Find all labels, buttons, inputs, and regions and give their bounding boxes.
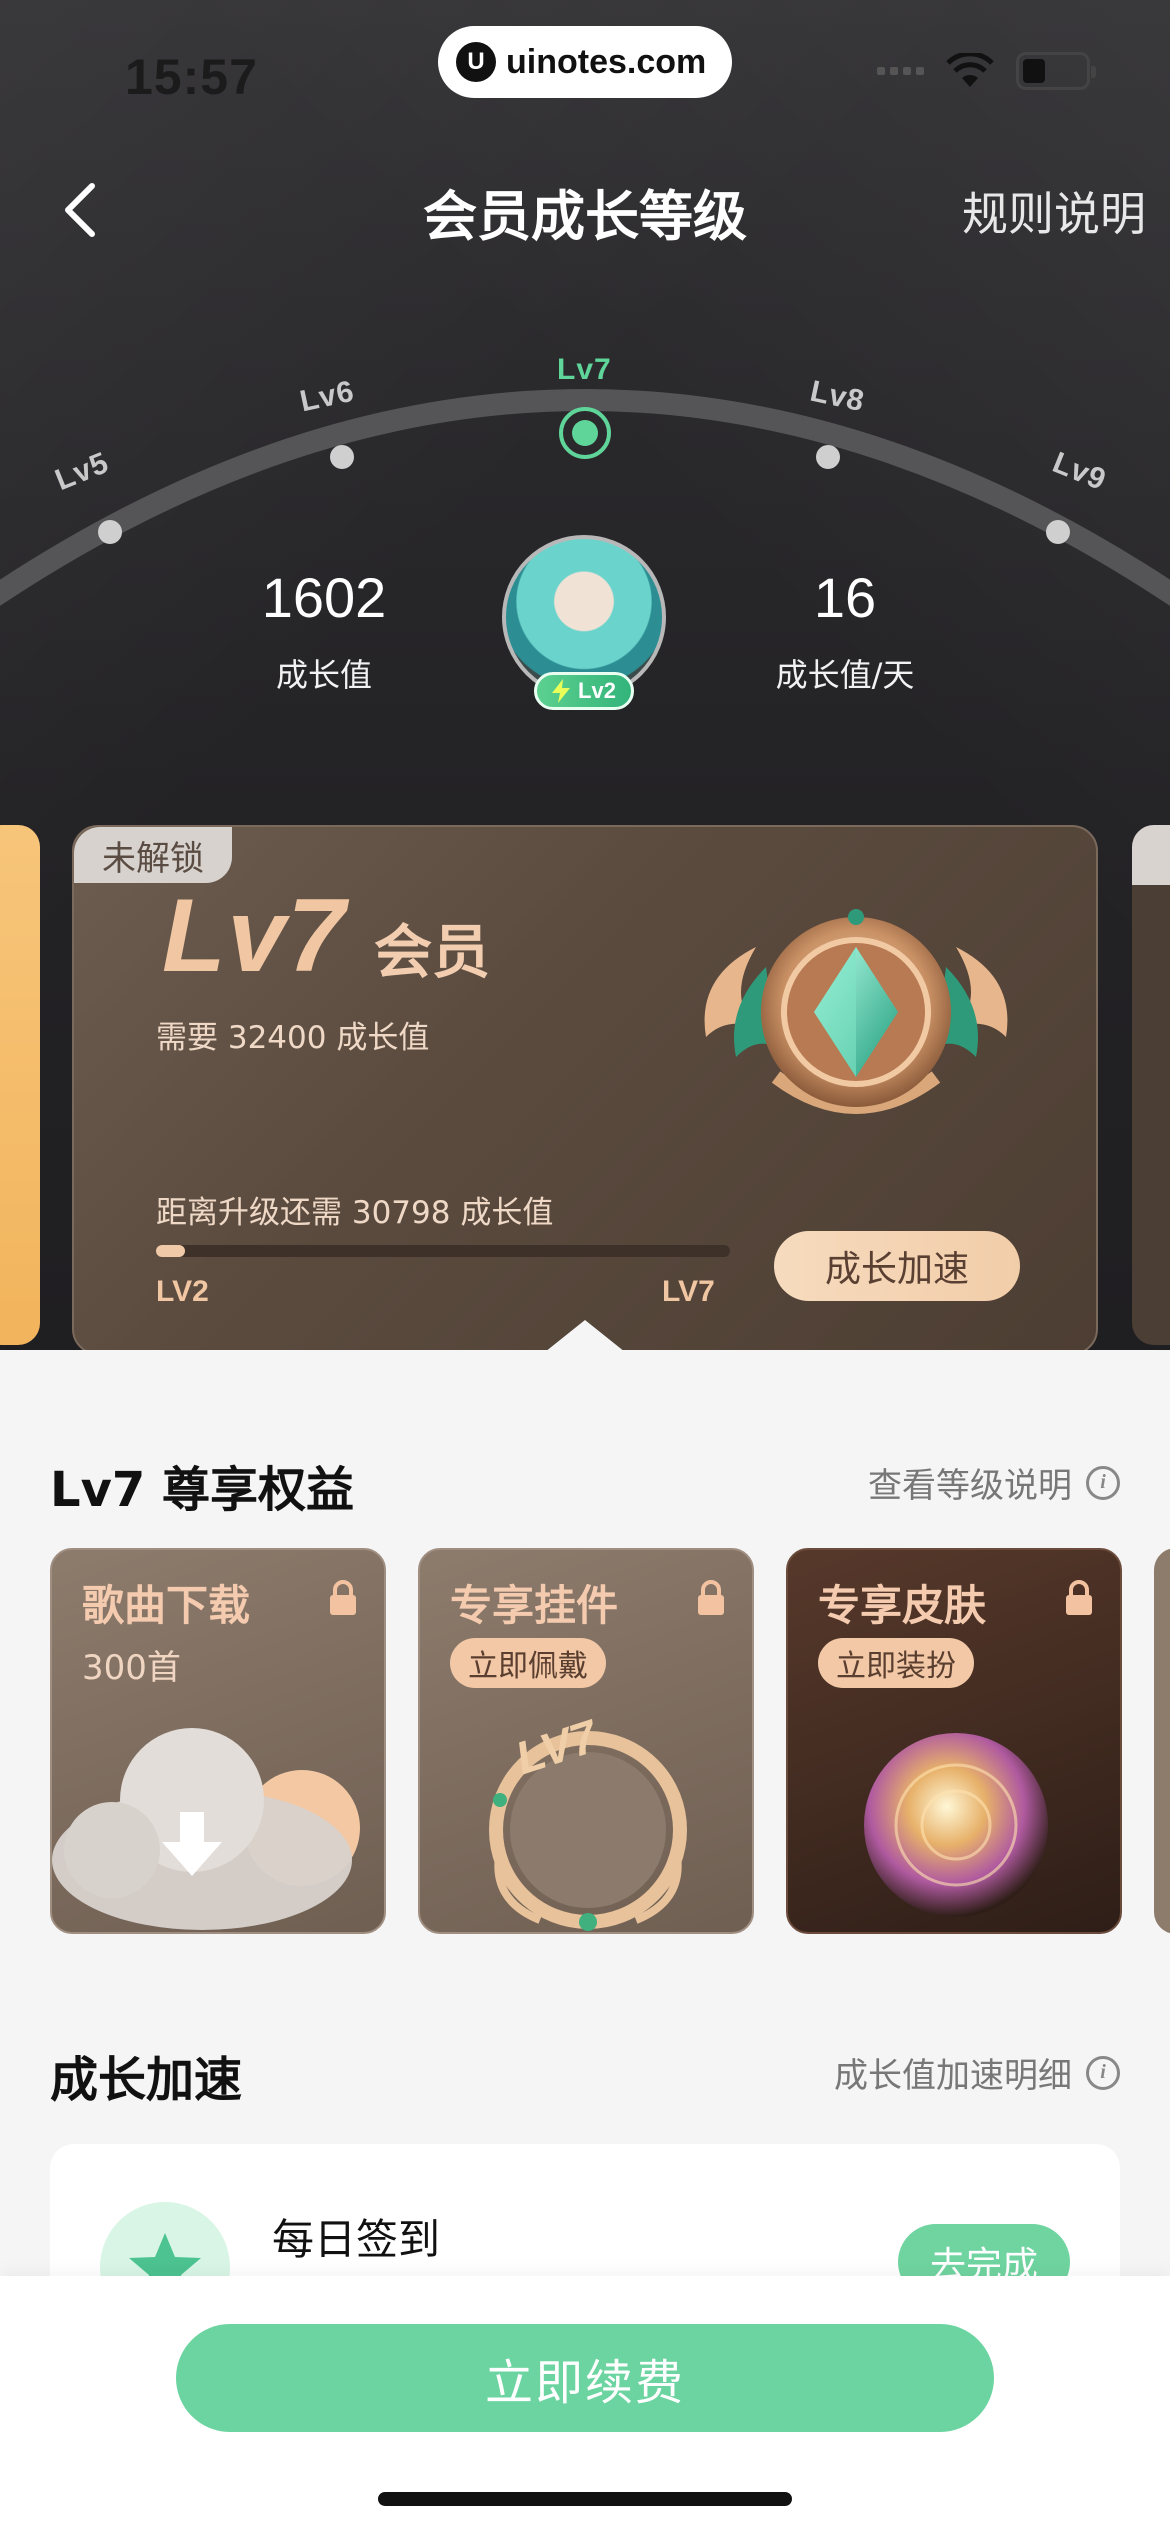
daily-value: 16 — [813, 566, 877, 629]
level-info-link[interactable]: 查看等级说明 i — [868, 1458, 1120, 1507]
status-icons — [877, 52, 1096, 90]
boost-detail-link-label: 成长值加速明细 — [834, 2056, 1072, 2096]
lock-icon — [1066, 1580, 1092, 1615]
wifi-icon — [946, 53, 994, 87]
boost-detail-link[interactable]: 成长值加速明细 i — [834, 2048, 1120, 2097]
level-card: 未解锁 Lv7 会员 需要 32400 成长值 距离升级还需 30798 成长值… — [72, 825, 1098, 1355]
info-icon: i — [1086, 1465, 1120, 1500]
avatar-level-badge: Lv2 — [534, 672, 634, 710]
site-logo-icon: U — [456, 42, 496, 82]
level-dot-lv9[interactable] — [1046, 520, 1070, 544]
level-dot-lv8[interactable] — [816, 445, 840, 469]
progress-from-level: LV2 — [156, 1275, 209, 1308]
level-card-prev[interactable] — [0, 825, 40, 1345]
level-medal-icon — [704, 909, 1008, 1114]
card-member-label: 会员 — [374, 918, 491, 986]
rules-link[interactable]: 规则说明 — [962, 178, 1146, 244]
url-pill[interactable]: U uinotes.com — [438, 26, 732, 98]
locked-tag: 未解锁 — [74, 827, 232, 883]
level-card-next[interactable] — [1132, 825, 1170, 1345]
benefit-card-download[interactable]: 歌曲下载 300首 — [50, 1548, 386, 1934]
growth-value: 1602 — [261, 566, 387, 629]
benefit-card-pendant[interactable]: LV7 专享挂件 立即佩戴 — [418, 1548, 754, 1934]
level-label-lv7: Lv7 — [557, 353, 612, 386]
battery-icon — [1016, 52, 1096, 90]
home-indicator — [378, 2492, 792, 2506]
level-dot-lv7 — [572, 420, 598, 446]
benefit-card-skin[interactable]: 专享皮肤 立即装扮 — [786, 1548, 1122, 1934]
lock-icon — [330, 1580, 356, 1615]
level-dot-lv6[interactable] — [330, 445, 354, 469]
growth-value-label: 成长值 — [275, 656, 372, 694]
status-time: 15:57 — [125, 49, 258, 105]
benefit-title: 专享皮肤 — [818, 1581, 987, 1630]
progress-to-level: LV7 — [662, 1275, 715, 1308]
lock-icon — [698, 1580, 724, 1615]
benefit-subtitle: 300首 — [82, 1648, 181, 1688]
benefits-title: Lv7 尊享权益 — [50, 1462, 354, 1518]
url-text: uinotes.com — [506, 42, 707, 81]
benefit-title: 歌曲下载 — [82, 1581, 251, 1630]
boost-title: 成长加速 — [50, 2052, 243, 2108]
level-dot-lv5[interactable] — [98, 520, 122, 544]
daily-value-stat: 16 成长值/天 — [715, 565, 975, 696]
card-level: Lv7 — [162, 878, 348, 994]
lightning-icon — [552, 679, 571, 703]
wear-now-button[interactable]: 立即佩戴 — [450, 1638, 606, 1688]
renew-button[interactable]: 立即续费 — [176, 2324, 994, 2432]
dress-up-button[interactable]: 立即装扮 — [818, 1638, 974, 1688]
daily-value-label: 成长值/天 — [775, 656, 915, 694]
card-remaining-value: 距离升级还需 30798 成长值 — [156, 1195, 554, 1231]
task-name: 每日签到 — [272, 2215, 441, 2264]
signal-icon — [877, 67, 924, 75]
level-progress-fill — [156, 1245, 185, 1257]
card-required-value: 需要 32400 成长值 — [156, 1020, 430, 1056]
boost-button[interactable]: 成长加速 — [774, 1231, 1020, 1301]
info-icon: i — [1086, 2055, 1120, 2090]
growth-value-stat: 1602 成长值 — [194, 565, 454, 696]
sheet-pointer — [545, 1320, 625, 1352]
benefit-card-next[interactable] — [1154, 1548, 1170, 1934]
benefit-title: 专享挂件 — [450, 1581, 619, 1630]
level-progress-bar — [156, 1245, 730, 1257]
level-info-link-label: 查看等级说明 — [868, 1466, 1072, 1506]
avatar-badge-label: Lv2 — [578, 678, 616, 703]
